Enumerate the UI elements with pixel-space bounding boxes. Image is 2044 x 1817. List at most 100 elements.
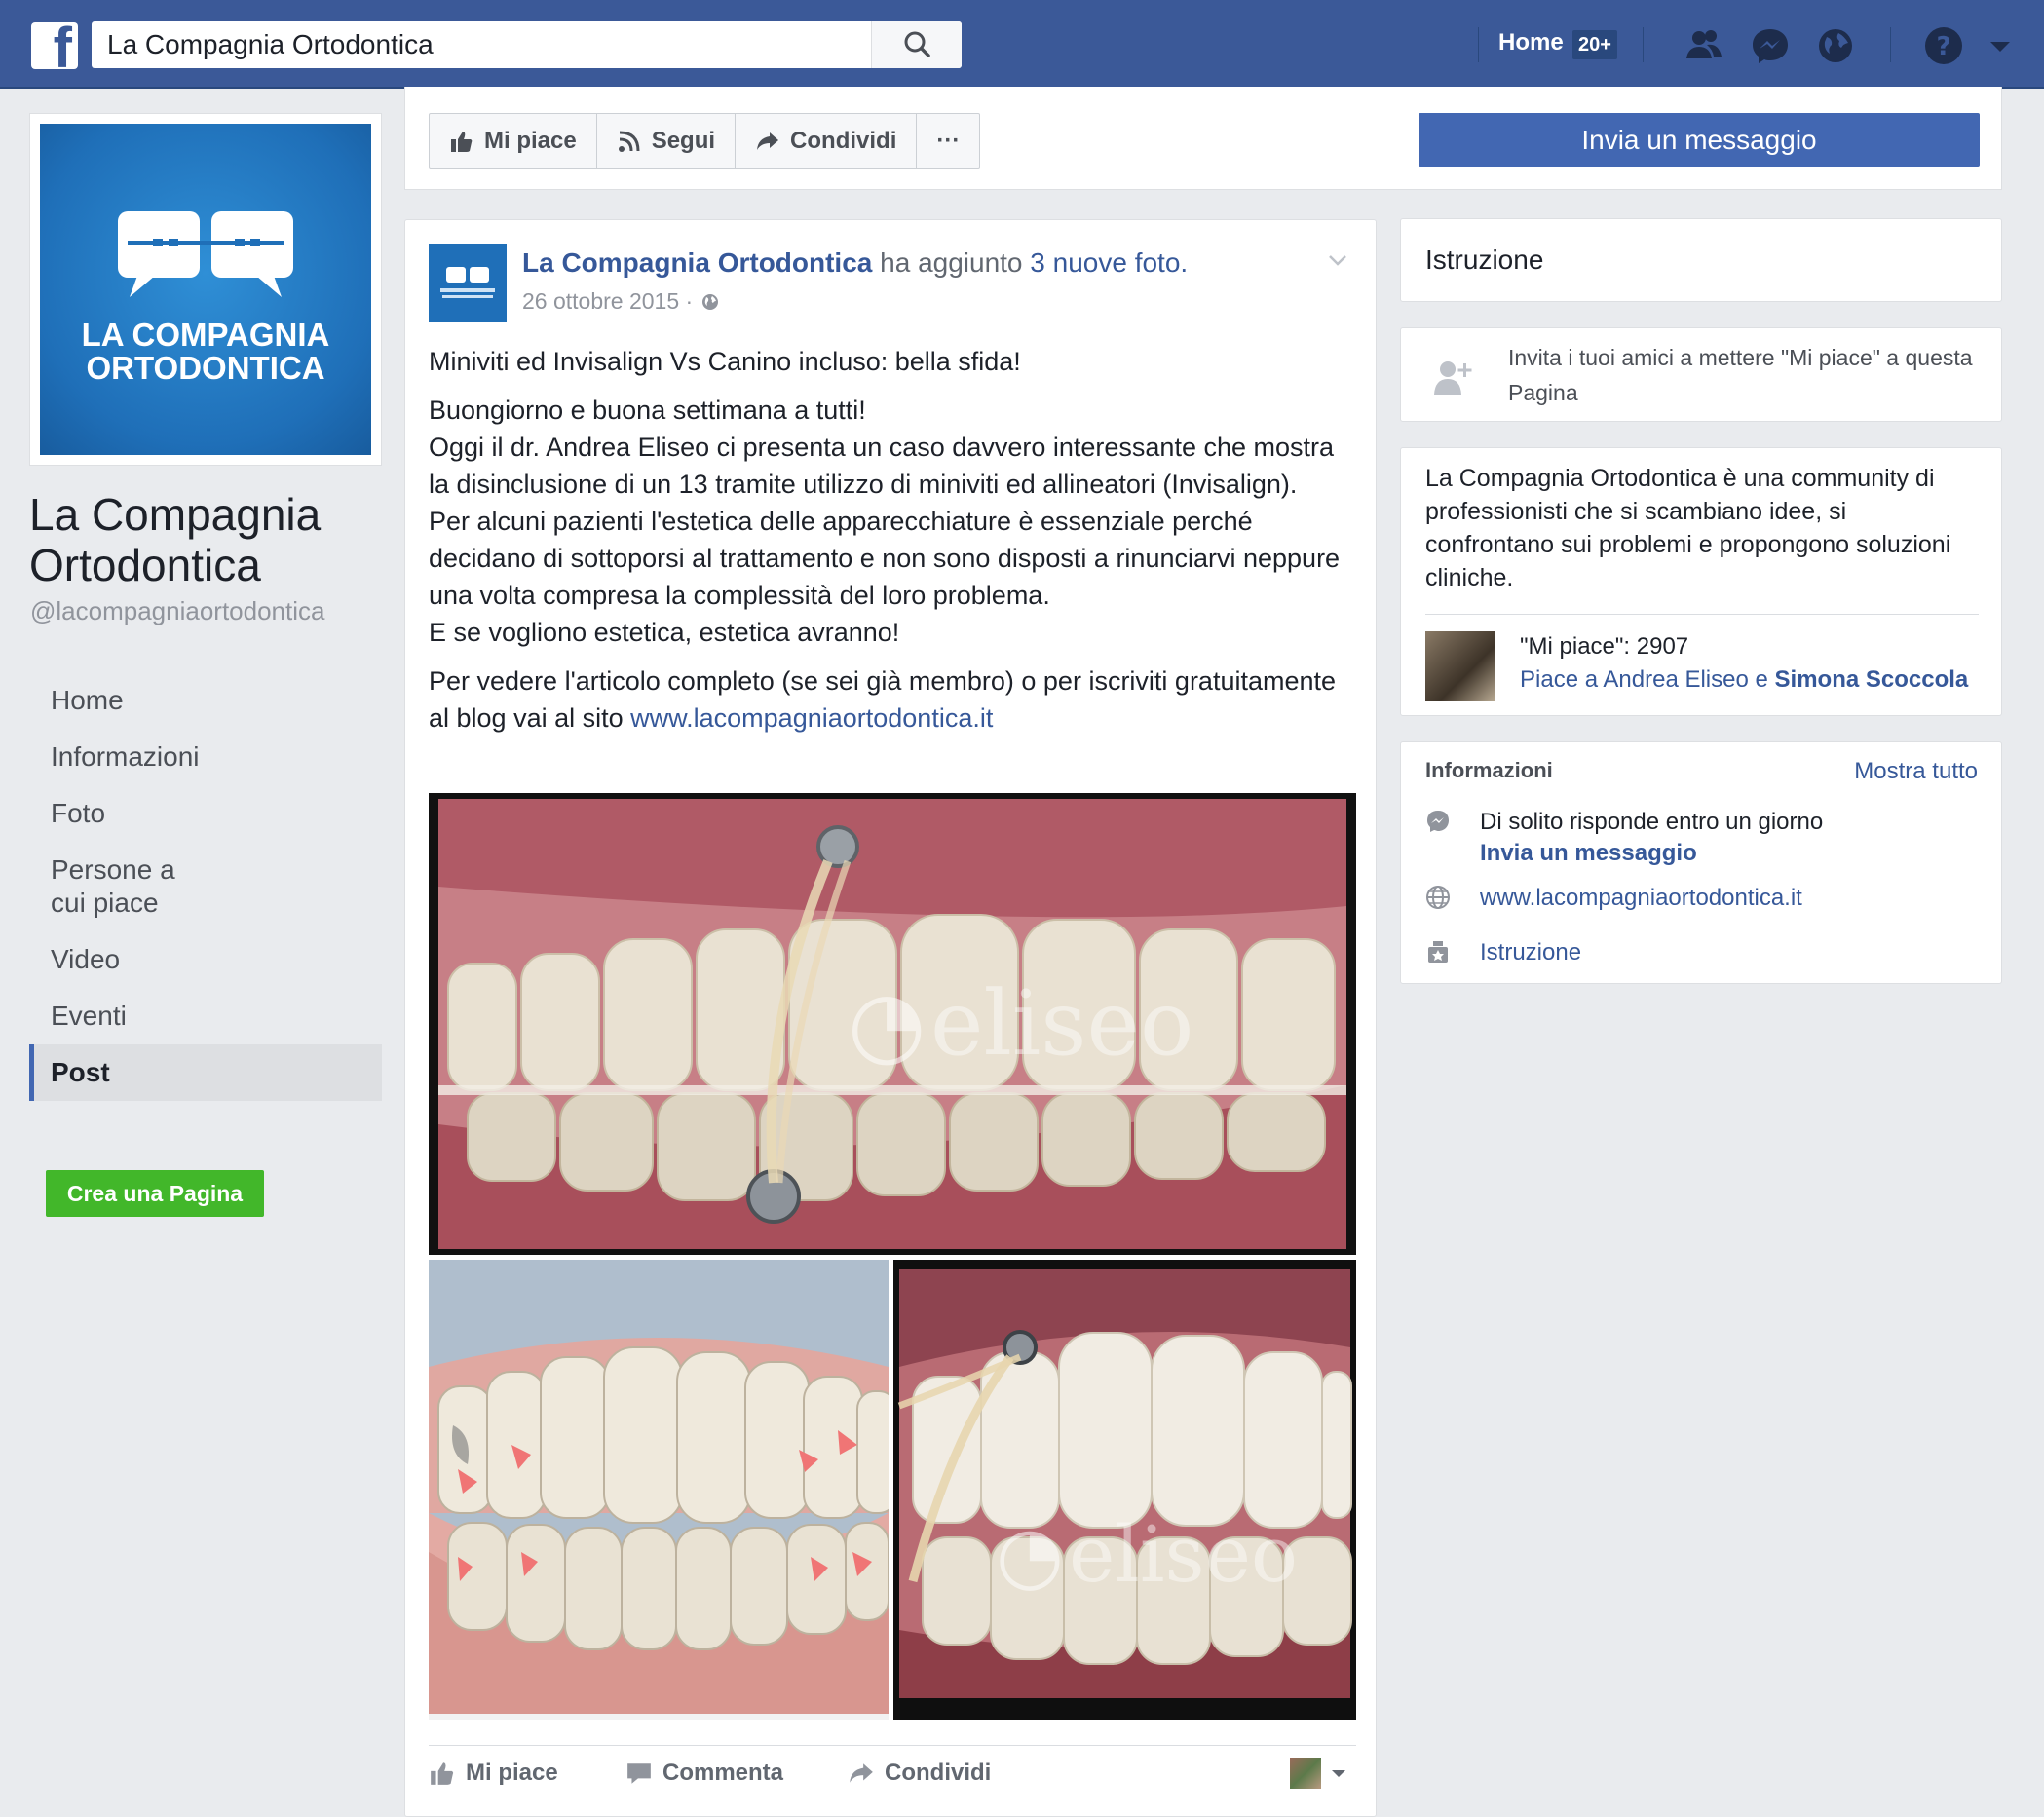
intraoral-front-photo: ◔ eliseo <box>893 1260 1356 1720</box>
page-handle[interactable]: @lacompagniaortodontica <box>30 596 324 626</box>
intraoral-side-photo: ◔ eliseo <box>429 793 1356 1255</box>
post-options-chevron-down-icon[interactable] <box>1325 247 1350 273</box>
post-as-selector[interactable] <box>1290 1758 1348 1789</box>
page-nav-post[interactable]: Post <box>29 1044 382 1101</box>
account-menu-chevron-down-icon[interactable] <box>1978 23 2023 68</box>
thumbs-up-icon <box>431 1762 454 1785</box>
post-body-line-3: E se vogliono estetica, estetica avranno… <box>429 618 900 647</box>
category-card: Istruzione <box>1400 218 2002 302</box>
post-body-line-1: Buongiorno e buona settimana a tutti! <box>429 396 866 425</box>
page-profile-picture[interactable]: LA COMPAGNIA ORTODONTICA <box>29 113 382 466</box>
help-icon[interactable]: ? <box>1921 23 1966 68</box>
post-actions-footer: Mi piace Commenta Condividi <box>429 1745 1356 1816</box>
page-category[interactable]: Istruzione <box>1425 245 1543 276</box>
more-options-dots-icon: ··· <box>936 127 961 154</box>
post-comment-button[interactable]: Commenta <box>625 1760 783 1787</box>
post-website-link[interactable]: www.lacompagniaortodontica.it <box>630 703 993 733</box>
friends-who-like-prefix[interactable]: Piace a Andrea Eliseo e <box>1520 666 1768 693</box>
post-author-link[interactable]: La Compagnia Ortodontica <box>522 247 872 278</box>
globe-icon <box>1426 886 1450 909</box>
about-card: La Compagnia Ortodontica è una community… <box>1400 447 2002 716</box>
notifications-globe-icon[interactable] <box>1813 23 1858 68</box>
logo-line-2: ORTODONTICA <box>86 350 325 386</box>
page-nav-informazioni[interactable]: Informazioni <box>29 729 382 785</box>
home-notification-badge: 20+ <box>1572 30 1617 59</box>
category-link[interactable]: Istruzione <box>1480 937 1581 968</box>
post-card: La Compagnia Ortodontica ha aggiunto 3 n… <box>404 219 1377 1817</box>
create-page-button[interactable]: Crea una Pagina <box>46 1170 264 1217</box>
friend-name-link[interactable]: Simona Scoccola <box>1775 666 1969 693</box>
more-options-button[interactable]: ··· <box>917 114 979 168</box>
page-title: La Compagnia Ortodontica <box>29 489 322 590</box>
post-share-button[interactable]: Condividi <box>848 1760 991 1787</box>
invite-friends-text: Invita i tuoi amici a mettere "Mi piace"… <box>1508 345 1973 405</box>
post-photos-link[interactable]: 3 nuove foto. <box>1030 247 1188 278</box>
post-author-avatar[interactable] <box>429 244 507 322</box>
messenger-icon[interactable] <box>1748 23 1793 68</box>
share-page-label: Condividi <box>790 127 897 154</box>
watermark: ◔ <box>996 1509 1064 1600</box>
add-friend-icon <box>1434 361 1472 395</box>
nav-separator <box>1478 27 1479 62</box>
page-nav-persone[interactable]: Persone a cui piace <box>29 842 238 931</box>
friend-avatar[interactable] <box>1425 631 1495 701</box>
search-icon <box>904 31 930 57</box>
like-page-label: Mi piace <box>484 127 577 154</box>
messenger-icon <box>1427 811 1449 832</box>
post-photo-2[interactable] <box>429 1260 889 1720</box>
website-link[interactable]: www.lacompagniaortodontica.it <box>1480 883 1802 914</box>
search-input[interactable] <box>92 21 861 68</box>
post-message: Miniviti ed Invisalign Vs Canino incluso… <box>429 343 1344 748</box>
post-share-label: Condividi <box>885 1760 992 1786</box>
post-cta: Per vedere l'articolo completo (se sei g… <box>429 662 1344 737</box>
page-nav-video[interactable]: Video <box>29 931 382 988</box>
watermark: ◔ <box>848 971 926 1076</box>
post-photo-1[interactable]: ◔ eliseo <box>429 793 1356 1255</box>
watermark-text: eliseo <box>930 971 1193 1076</box>
share-page-button[interactable]: Condividi <box>736 114 918 168</box>
post-date[interactable]: 26 ottobre 2015 · <box>522 288 693 315</box>
speech-bubbles-logo-icon <box>118 211 293 297</box>
like-page-button[interactable]: Mi piace <box>430 114 597 168</box>
page-description: La Compagnia Ortodontica è una community… <box>1425 465 1951 591</box>
comment-bubble-icon <box>627 1763 651 1784</box>
post-body: Buongiorno e buona settimana a tutti! Og… <box>429 392 1344 651</box>
page-nav-foto[interactable]: Foto <box>29 785 382 842</box>
divider <box>1425 614 1979 615</box>
top-navigation-bar: f Home 20+ ? <box>0 0 2044 89</box>
category-row: Istruzione <box>1425 937 1581 968</box>
thumbs-up-icon <box>451 131 473 152</box>
send-message-button[interactable]: Invia un messaggio <box>1419 113 1980 167</box>
post-like-label: Mi piace <box>466 1760 558 1786</box>
friend-requests-icon[interactable] <box>1682 23 1726 68</box>
friends-who-like: Piace a Andrea Eliseo e Simona Scoccola <box>1520 666 1968 694</box>
share-arrow-icon <box>850 1763 873 1783</box>
nav-home-link[interactable]: Home <box>1498 29 1564 57</box>
page-nav-home[interactable]: Home <box>29 672 382 729</box>
nav-separator <box>1890 27 1891 62</box>
post-body-line-2: Oggi il dr. Andrea Eliseo ci presenta un… <box>429 433 1341 610</box>
invite-friends-card[interactable]: Invita i tuoi amici a mettere "Mi piace"… <box>1400 327 2002 422</box>
send-message-link[interactable]: Invia un messaggio <box>1480 838 1823 869</box>
page-actions: Mi piace Segui Condividi ··· <box>429 113 981 169</box>
rss-follow-icon <box>618 131 640 152</box>
search-box <box>92 21 962 68</box>
post-like-button[interactable]: Mi piace <box>429 1760 558 1787</box>
post-timestamp: 26 ottobre 2015 · <box>522 288 720 315</box>
follow-page-button[interactable]: Segui <box>597 114 737 168</box>
post-action-text: ha aggiunto <box>880 247 1023 278</box>
nav-separator <box>1643 27 1644 62</box>
share-arrow-icon <box>757 132 779 150</box>
website-row: www.lacompagniaortodontica.it <box>1425 883 1802 914</box>
page-logo: LA COMPAGNIA ORTODONTICA <box>40 124 371 455</box>
search-button[interactable] <box>871 21 962 68</box>
post-photo-3[interactable]: ◔ eliseo <box>893 1260 1356 1720</box>
response-time-text: Di solito risponde entro un giorno <box>1480 809 1824 835</box>
watermark-text: eliseo <box>1069 1509 1298 1600</box>
chevron-down-icon <box>1332 1770 1345 1777</box>
facebook-logo-icon[interactable]: f <box>31 22 78 69</box>
page-nav-eventi[interactable]: Eventi <box>29 988 382 1044</box>
show-all-link[interactable]: Mostra tutto <box>1854 758 1978 785</box>
post-comment-label: Commenta <box>662 1760 784 1786</box>
public-audience-globe-icon <box>702 293 719 310</box>
